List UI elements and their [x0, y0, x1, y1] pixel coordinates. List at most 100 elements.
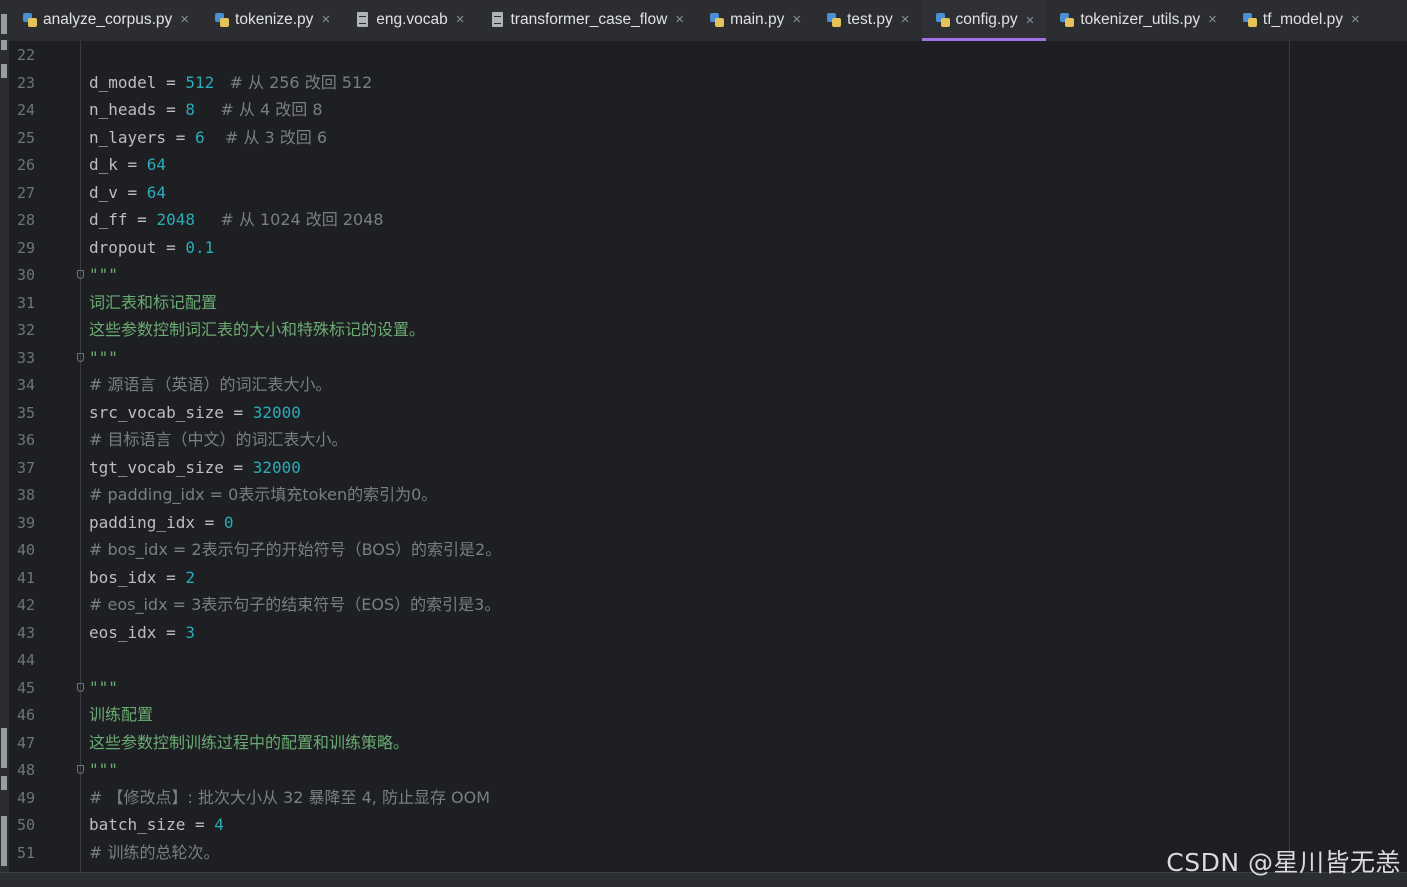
line-number: 23 [17, 73, 36, 92]
code-token: tgt_vocab_size = [89, 457, 253, 477]
python-file-icon [23, 12, 37, 28]
code-line[interactable]: d_v = 64 [89, 182, 166, 204]
number-literal: 4 [214, 815, 224, 834]
code-line[interactable]: """ [89, 677, 118, 699]
tab-analyze-corpus-py[interactable]: analyze_corpus.py × [9, 0, 201, 39]
code-line[interactable]: d_model = 512 # 从 256 改回 512 [89, 72, 372, 94]
code-token: padding_idx = [89, 512, 224, 532]
code-line[interactable]: 训练配置 [89, 704, 153, 726]
code-line[interactable]: # 训练的总轮次。 [89, 842, 220, 864]
close-icon[interactable]: × [321, 11, 330, 28]
code-line[interactable]: # 【修改点】: 批次大小从 32 暴降至 4, 防止显存 OOM [89, 787, 490, 809]
code-line[interactable]: bos_idx = 2 [89, 567, 195, 589]
tab-transformer-case-flow[interactable]: transformer_case_flow × [477, 0, 697, 39]
line-number: 22 [17, 46, 36, 64]
line-number: 30 [17, 266, 36, 284]
code-line[interactable]: src_vocab_size = 32000 [89, 402, 301, 424]
code-editor[interactable]: 22 23 24 25 26 27 28 29 30 31 32 33 34 35 36 37 38 39 40 41… [9, 41, 1407, 873]
code-line[interactable]: """ [89, 759, 118, 781]
fold-marker-icon[interactable] [76, 765, 86, 777]
number-literal: 0.1 [185, 237, 215, 257]
text-file-icon [491, 11, 505, 28]
code-line[interactable]: n_heads = 8 # 从 4 改回 8 [89, 99, 323, 121]
number-literal: 64 [146, 155, 167, 174]
tab-tokenizer-utils-py[interactable]: tokenizer_utils.py × [1046, 0, 1229, 39]
tab-test-py[interactable]: test.py × [813, 0, 921, 39]
python-file-icon [935, 12, 950, 28]
project-tool-icon[interactable] [1, 14, 7, 34]
line-number: 34 [17, 376, 36, 394]
code-line[interactable]: # 目标语言（中文）的词汇表大小。 [89, 429, 348, 451]
line-number: 41 [17, 568, 36, 587]
comment: # 目标语言（中文）的词汇表大小。 [89, 430, 348, 449]
comment: # 从 3 改回 6 [204, 127, 328, 147]
close-icon[interactable]: × [1351, 11, 1360, 28]
code-line[interactable]: eos_idx = 3 [89, 622, 195, 644]
close-icon[interactable]: × [1026, 12, 1035, 29]
code-line[interactable]: # eos_idx = 3表示句子的结束符号（EOS）的索引是3。 [89, 594, 500, 616]
line-number: 32 [17, 321, 36, 339]
tab-label: tokenizer_utils.py [1080, 10, 1201, 28]
fold-marker-icon[interactable] [76, 682, 86, 695]
comment: # 【修改点】: 批次大小从 32 暴降至 4, 防止显存 OOM [89, 787, 491, 807]
fold-marker-icon[interactable] [76, 352, 86, 365]
python-file-icon [215, 12, 230, 28]
code-line[interactable]: d_k = 64 [89, 154, 166, 176]
code-line[interactable]: 这些参数控制训练过程中的配置和训练策略。 [89, 732, 409, 754]
csdn-watermark: CSDN @星川皆无恙 [1166, 848, 1401, 877]
code-line[interactable]: 这些参数控制词汇表的大小和特殊标记的设置。 [89, 319, 425, 341]
code-line[interactable]: d_ff = 2048 # 从 1024 改回 2048 [89, 209, 384, 231]
comment: # 从 256 改回 512 [214, 72, 373, 92]
comment: # 训练的总轮次。 [89, 842, 220, 862]
code-token: d_k = [89, 155, 147, 174]
fold-marker-icon[interactable] [76, 270, 86, 282]
close-icon[interactable]: × [1208, 11, 1217, 28]
line-number: 27 [17, 183, 36, 202]
line-number: 29 [17, 238, 36, 257]
tab-label: test.py [847, 10, 893, 28]
tab-config-py[interactable]: config.py × [921, 0, 1047, 41]
python-file-icon [827, 12, 842, 28]
tool-window-button[interactable] [1, 776, 7, 790]
code-line[interactable]: n_layers = 6 # 从 3 改回 6 [89, 127, 327, 149]
line-number: 45 [17, 678, 36, 697]
tab-tokenize-py[interactable]: tokenize.py × [201, 0, 342, 39]
code-line[interactable]: padding_idx = 0 [89, 512, 234, 534]
line-number: 40 [17, 541, 36, 559]
code-line[interactable]: # bos_idx = 2表示句子的开始符号（BOS）的索引是2。 [89, 539, 501, 561]
docstring: 词汇表和标记配置 [89, 292, 218, 312]
code-line[interactable]: """ [89, 347, 118, 369]
code-line[interactable]: dropout = 0.1 [89, 237, 214, 259]
code-line[interactable]: # 源语言（英语）的词汇表大小。 [89, 374, 332, 396]
code-line[interactable]: """ [89, 264, 118, 286]
structure-tool-icon[interactable] [1, 728, 7, 768]
tab-tf-model-py[interactable]: tf_model.py × [1229, 0, 1372, 39]
close-icon[interactable]: × [456, 11, 465, 28]
bookmarks-tool-icon[interactable] [1, 816, 7, 866]
comment: # padding_idx = 0表示填充token的索引为0。 [89, 485, 438, 504]
number-literal: 8 [185, 100, 195, 119]
tool-window-button[interactable] [1, 64, 7, 78]
line-number: 49 [17, 788, 36, 807]
tab-label: analyze_corpus.py [43, 10, 173, 28]
close-icon[interactable]: × [901, 11, 910, 28]
tab-eng-vocab[interactable]: eng.vocab × [342, 0, 476, 39]
tab-main-py[interactable]: main.py × [696, 0, 813, 39]
tab-label: main.py [730, 10, 785, 28]
tool-window-button[interactable] [1, 40, 7, 50]
code-token: d_v = [89, 182, 147, 202]
code-line[interactable]: # padding_idx = 0表示填充token的索引为0。 [89, 484, 437, 506]
line-number: 47 [17, 733, 36, 752]
code-line[interactable]: tgt_vocab_size = 32000 [89, 457, 301, 479]
docstring: 这些参数控制词汇表的大小和特殊标记的设置。 [89, 320, 426, 339]
code-line[interactable]: batch_size = 4 [89, 814, 224, 836]
code-token: d_model = [89, 72, 186, 92]
close-icon[interactable]: × [675, 11, 684, 28]
comment: # 从 4 改回 8 [194, 100, 323, 119]
comment: # 从 1024 改回 2048 [194, 210, 384, 229]
code-token: bos_idx = [89, 567, 186, 587]
number-literal: 3 [185, 622, 195, 642]
close-icon[interactable]: × [792, 11, 801, 28]
close-icon[interactable]: × [180, 11, 189, 28]
code-line[interactable]: 词汇表和标记配置 [89, 292, 217, 314]
